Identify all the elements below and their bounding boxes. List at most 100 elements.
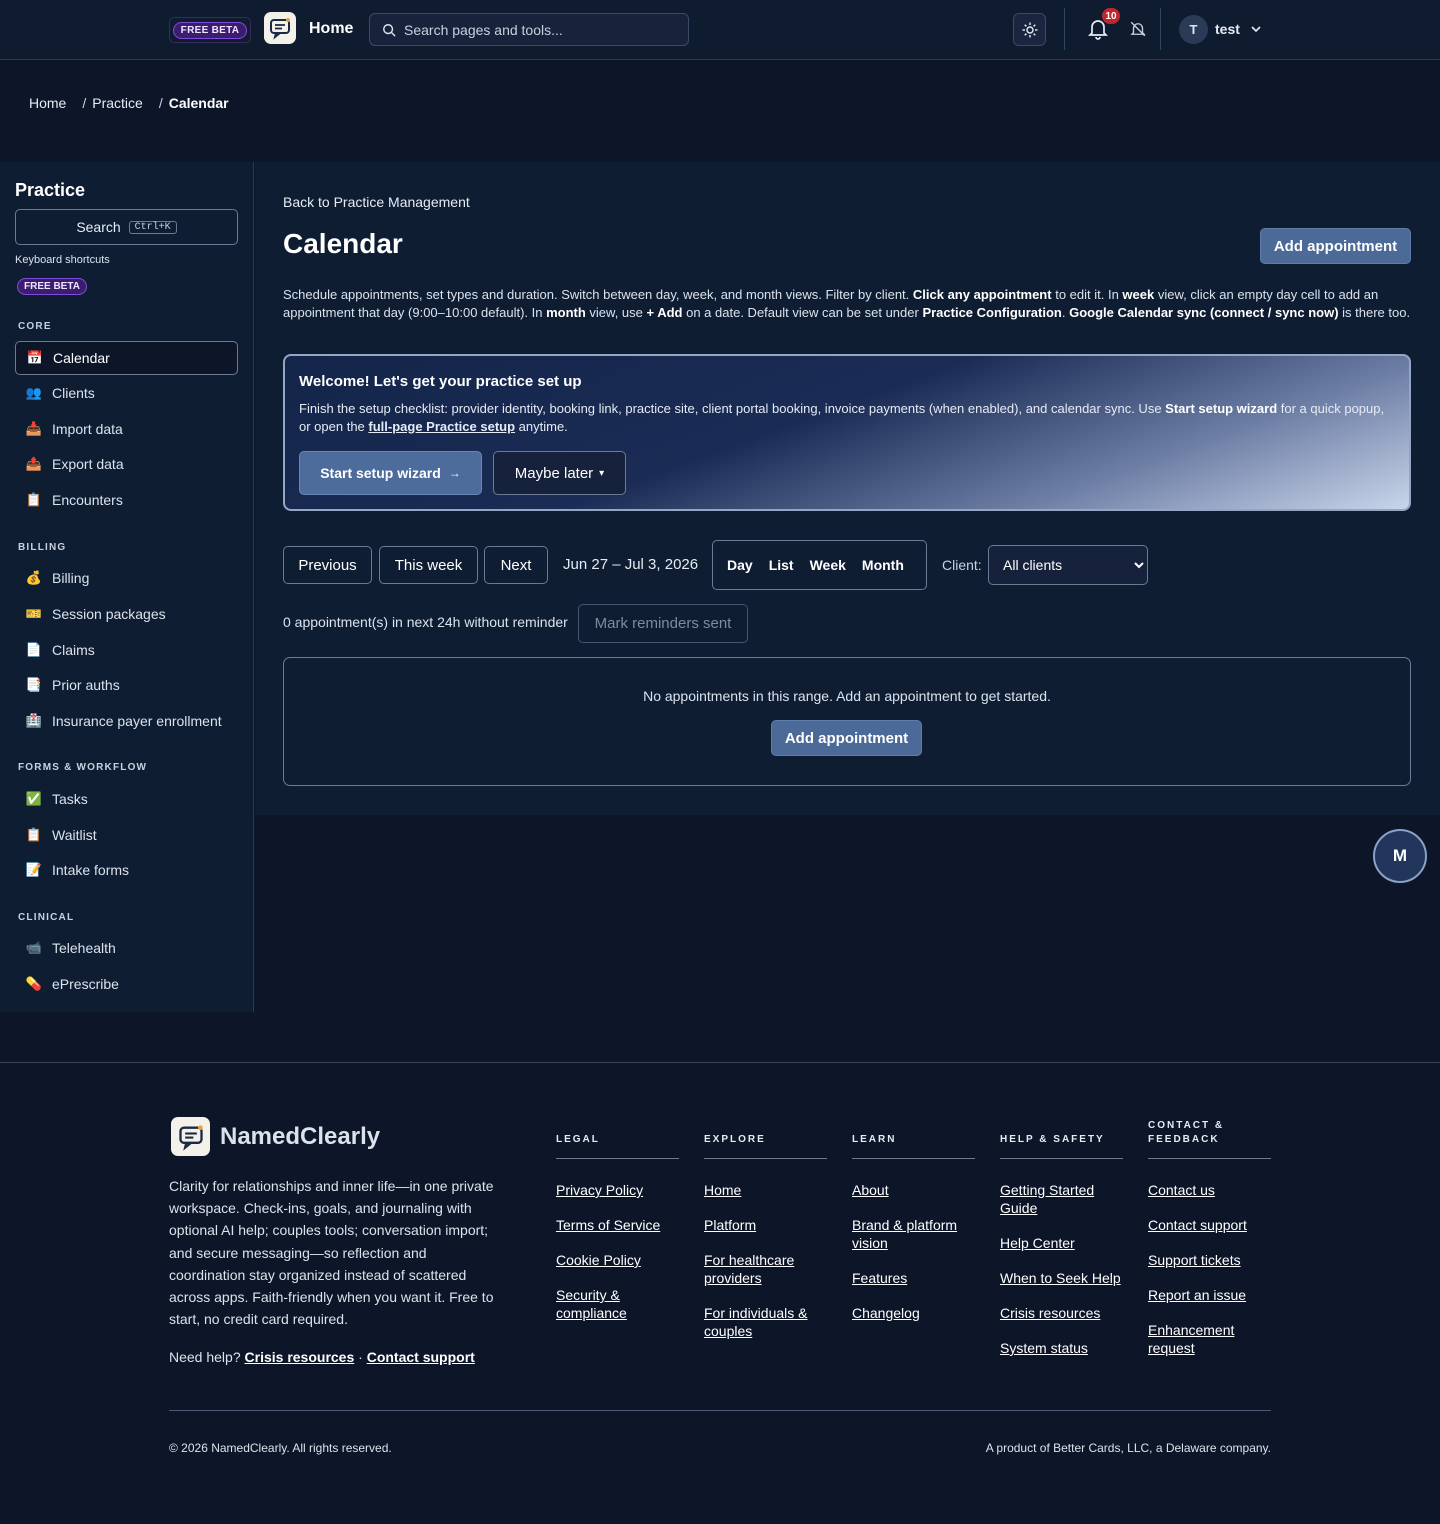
breadcrumb-home[interactable]: Home [29,95,66,111]
sidebar-item-import-data[interactable]: 📥 Import data [15,412,238,446]
view-day-button[interactable]: Day [719,550,761,580]
footer-link[interactable]: Platform [704,1217,756,1233]
footer-column-help-safety: HELP & SAFETY Getting Started Guide Help… [1000,1125,1123,1374]
this-week-button[interactable]: This week [379,546,478,584]
money-bag-icon: 💰 [25,570,43,585]
global-search-input[interactable] [404,21,674,38]
sidebar-search-button[interactable]: Search Ctrl+K [15,209,238,245]
breadcrumb: Home / Practice / Calendar [29,95,229,111]
footer-link[interactable]: System status [1000,1340,1088,1356]
sidebar-item-label: Prior auths [52,677,120,693]
footer-column-title: EXPLORE [704,1125,827,1159]
search-icon [383,23,396,37]
footer-link[interactable]: Enhancement request [1148,1322,1234,1356]
breadcrumb-separator: / [82,95,87,111]
footer-link[interactable]: Features [852,1270,907,1286]
sidebar-item-intake-forms[interactable]: 📝 Intake forms [15,853,238,887]
sidebar-item-prior-auths[interactable]: 📑 Prior auths [15,668,238,702]
sidebar-item-export-data[interactable]: 📤 Export data [15,447,238,481]
sidebar-item-calendar[interactable]: 📅 Calendar [15,341,238,375]
sidebar-item-label: Waitlist [52,827,97,843]
footer-link[interactable]: Privacy Policy [556,1182,643,1198]
user-name[interactable]: test [1215,21,1240,37]
footer-column-title: HELP & SAFETY [1000,1125,1123,1159]
add-appointment-button[interactable]: Add appointment [1260,228,1411,264]
avatar[interactable]: T [1179,15,1208,44]
footer-link[interactable]: Security & compliance [556,1287,627,1321]
view-list-button[interactable]: List [761,550,802,580]
sidebar-item-label: Encounters [52,492,123,508]
mark-reminders-sent-button[interactable]: Mark reminders sent [578,604,748,643]
outbox-icon: 📤 [25,456,43,471]
breadcrumb-separator: / [158,95,163,111]
client-filter-select[interactable]: All clients [988,545,1148,585]
footer-divider [169,1410,1271,1411]
divider [1064,8,1065,50]
top-bar: FREE BETA Home 10 T test [0,0,1440,60]
next-button[interactable]: Next [484,546,548,584]
clipboard-icon: 📋 [25,827,43,842]
back-to-practice-link[interactable]: Back to Practice Management [283,194,470,210]
footer-link[interactable]: Cookie Policy [556,1252,641,1268]
maybe-later-button[interactable]: Maybe later ▾ [493,451,626,495]
sidebar-section-core: CORE [18,321,52,332]
start-setup-wizard-button[interactable]: Start setup wizard → [299,451,482,495]
sidebar-item-label: Session packages [52,606,166,622]
sidebar: Practice Search Ctrl+K Keyboard shortcut… [0,162,254,1012]
clipboard-icon: 📋 [25,492,43,507]
home-link[interactable]: Home [309,20,353,38]
floating-assistant-button[interactable]: M [1373,829,1427,883]
footer-help: Need help? Crisis resources · Contact su… [169,1349,475,1365]
divider [1160,8,1161,50]
practice-setup-link[interactable]: full-page Practice setup [368,419,515,434]
footer-link[interactable]: When to Seek Help [1000,1270,1121,1286]
footer-link[interactable]: Contact us [1148,1182,1215,1198]
document-icon: 📄 [25,642,43,657]
footer-link[interactable]: For individuals & couples [704,1305,808,1339]
sidebar-item-eprescribe[interactable]: 💊 ePrescribe [15,967,238,1001]
add-appointment-empty-button[interactable]: Add appointment [771,720,922,756]
check-icon: ✅ [25,791,43,806]
empty-state: No appointments in this range. Add an ap… [283,657,1411,786]
sidebar-item-billing[interactable]: 💰 Billing [15,561,238,595]
logo-icon[interactable] [171,1117,210,1156]
footer-contact-support-link[interactable]: Contact support [367,1349,475,1365]
theme-toggle-button[interactable] [1013,13,1046,46]
sidebar-item-label: Billing [52,570,90,586]
breadcrumb-practice[interactable]: Practice [92,95,143,111]
footer-link[interactable]: Terms of Service [556,1217,660,1233]
footer-link[interactable]: Contact support [1148,1217,1247,1233]
sidebar-item-claims[interactable]: 📄 Claims [15,633,238,667]
bell-off-icon[interactable] [1129,20,1147,38]
footer-link[interactable]: About [852,1182,889,1198]
sidebar-item-telehealth[interactable]: 📹 Telehealth [15,931,238,965]
empty-state-text: No appointments in this range. Add an ap… [643,688,1051,704]
sidebar-item-session-packages[interactable]: 🎫 Session packages [15,597,238,631]
footer-link[interactable]: Report an issue [1148,1287,1246,1303]
footer-link[interactable]: Home [704,1182,741,1198]
date-range-label: Jun 27 – Jul 3, 2026 [563,556,699,573]
ticket-icon: 🎫 [25,606,43,621]
keyboard-shortcuts-link[interactable]: Keyboard shortcuts [15,254,110,266]
view-week-button[interactable]: Week [802,550,854,580]
footer-crisis-link[interactable]: Crisis resources [245,1349,355,1365]
previous-button[interactable]: Previous [283,546,372,584]
sidebar-item-tasks[interactable]: ✅ Tasks [15,782,238,816]
global-search[interactable] [369,13,689,46]
logo-icon[interactable] [264,12,296,44]
footer-link[interactable]: For healthcare providers [704,1252,794,1286]
footer-link[interactable]: Getting Started Guide [1000,1182,1094,1216]
chevron-down-icon[interactable] [1250,23,1262,35]
view-month-button[interactable]: Month [854,550,912,580]
footer-link[interactable]: Help Center [1000,1235,1075,1251]
breadcrumb-current: Calendar [168,95,229,111]
footer-link[interactable]: Support tickets [1148,1252,1241,1268]
footer-column-title: LEARN [852,1125,975,1159]
footer-link[interactable]: Brand & platform vision [852,1217,957,1251]
footer-link[interactable]: Changelog [852,1305,920,1321]
sidebar-item-encounters[interactable]: 📋 Encounters [15,483,238,517]
sidebar-item-clients[interactable]: 👥 Clients [15,376,238,410]
footer-link[interactable]: Crisis resources [1000,1305,1100,1321]
sidebar-item-insurance-payer-enrollment[interactable]: 🏥 Insurance payer enrollment [15,704,238,738]
sidebar-item-waitlist[interactable]: 📋 Waitlist [15,818,238,852]
